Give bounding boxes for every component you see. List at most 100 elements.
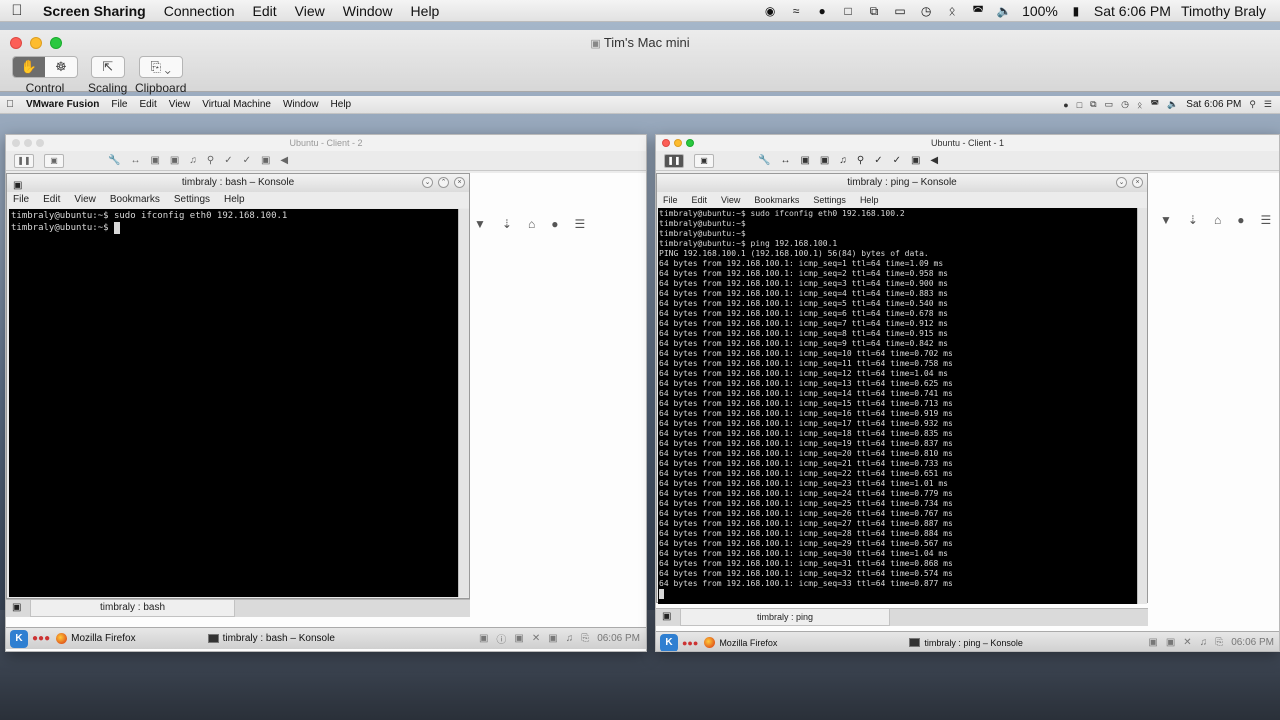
tray-right-tools-icon[interactable]: ✕ (1183, 637, 1191, 648)
konsole-left-newtab-icon[interactable]: ▣ (12, 602, 21, 613)
menubar-clock[interactable]: Sat 6:06 PM (1094, 3, 1171, 19)
vm-left-back-icon[interactable]: ◀ (280, 155, 288, 166)
remote-volume-icon[interactable]: 🔈 (1167, 99, 1178, 110)
menu-edit[interactable]: Edit (244, 3, 286, 19)
vm-left-lock-icon[interactable]: ▣ (170, 155, 179, 166)
clipboard-icon[interactable]: ⎘ ⌄ (140, 57, 182, 77)
konsole-right-scrollbar[interactable] (1137, 208, 1147, 604)
konsole-left-menu-help[interactable]: Help (224, 192, 245, 208)
vm-right-fullscreen-icon[interactable]: ▣ (911, 155, 920, 166)
firefox-right-download-icon[interactable]: ⇣ (1188, 213, 1198, 227)
vm-right-snapshot-icon[interactable]: ▣ (694, 153, 714, 168)
konsole-left-maximize-button[interactable]: ⌃ (438, 177, 449, 188)
remote-menu-edit[interactable]: Edit (133, 99, 162, 110)
vm-left-network-icon[interactable]: ↔ (130, 155, 140, 166)
tray-right-clipboard-icon[interactable]: ⎘ (1215, 637, 1223, 648)
vm-left-snapshot-icon[interactable]: ▣ (44, 153, 64, 168)
bracket-app-icon[interactable]: □ (840, 4, 856, 18)
volume-icon[interactable]: 🔈 (996, 4, 1012, 18)
taskbar-firefox-right[interactable]: Mozilla Firefox (698, 637, 783, 648)
menu-connection[interactable]: Connection (155, 3, 244, 19)
wifi-icon[interactable]: ◚ (970, 4, 986, 18)
vm-left-zoom-button[interactable] (36, 139, 44, 147)
firefox-left-home-icon[interactable]: ⌂ (528, 217, 535, 231)
konsole-right-menu-view[interactable]: View (721, 192, 740, 208)
vm-left-close-button[interactable] (12, 139, 20, 147)
apple-menu-icon[interactable]:  (0, 2, 34, 19)
vm-left-disk-icon[interactable]: ▣ (150, 155, 159, 166)
tray-left-clipboard-icon[interactable]: ⎘ (581, 633, 589, 644)
record-icon[interactable]: ◉ (762, 4, 778, 18)
vm-right-close-button[interactable] (662, 139, 670, 147)
firefox-right-pocket-icon[interactable]: ▼ (1160, 213, 1172, 227)
bluetooth-icon[interactable]: ᛟ (944, 4, 960, 18)
konsole-left-scrollbar[interactable] (458, 209, 469, 597)
vm-right-back-icon[interactable]: ◀ (930, 155, 938, 166)
tray-left-info-icon[interactable]: ⓘ (496, 631, 506, 646)
tray-right-network-icon[interactable]: ▣ (1166, 637, 1175, 648)
konsole-left-terminal[interactable]: timbraly@ubuntu:~$ sudo ifconfig eth0 19… (9, 209, 458, 597)
konsole-left-tab[interactable]: timbraly : bash (30, 600, 235, 617)
konsole-right-menu-bookmarks[interactable]: Bookmarks (754, 192, 799, 208)
konsole-right-menu-file[interactable]: File (663, 192, 678, 208)
konsole-left-menu-view[interactable]: View (74, 192, 96, 208)
vm-right-zoom-button[interactable] (686, 139, 694, 147)
remote-menu-help[interactable]: Help (325, 99, 358, 110)
remote-menu-virtual-machine[interactable]: Virtual Machine (196, 99, 277, 110)
remote-timemachine-icon[interactable]: ◷ (1121, 99, 1129, 110)
vm-left-minimize-button[interactable] (24, 139, 32, 147)
vm-right-sound-icon[interactable]: ♫ (839, 155, 847, 166)
firefox-left-pocket-icon[interactable]: ▼ (474, 217, 486, 231)
konsole-right-minimize-button[interactable]: ⌄ (1116, 177, 1127, 188)
konsole-left-close-button[interactable]: × (454, 177, 465, 188)
menu-window[interactable]: Window (334, 3, 402, 19)
battery-icon[interactable]: ▮ (1068, 4, 1084, 18)
remote-bluetooth-icon[interactable]: ᛟ (1137, 100, 1142, 110)
konsole-right-newtab-icon[interactable]: ▣ (662, 611, 671, 622)
tray-left-desktop-icon[interactable]: ▣ (479, 633, 488, 644)
firefox-right-chat-icon[interactable]: ● (1237, 213, 1244, 227)
screen-share-status-icon[interactable]: ≈ (788, 4, 804, 18)
remote-airplay-icon[interactable]: ▭ (1105, 99, 1114, 110)
tray-right-desktop-icon[interactable]: ▣ (1148, 637, 1157, 648)
kde-activities-left-icon[interactable]: ●●● (32, 633, 50, 644)
remote-menu-window[interactable]: Window (277, 99, 325, 110)
firefox-right-menu-icon[interactable]: ☰ (1260, 213, 1271, 227)
observe-mode-icon[interactable]: ☸ (45, 57, 77, 77)
vm-right-lock-icon[interactable]: ▣ (820, 155, 829, 166)
vm-left-camera-icon[interactable]: ✓ (224, 155, 232, 166)
vm-left-settings-icon[interactable]: 🔧 (108, 155, 120, 166)
kde-kickoff-right-icon[interactable]: K (660, 633, 678, 651)
vm-right-disk-icon[interactable]: ▣ (800, 155, 809, 166)
taskbar-firefox-left[interactable]: Mozilla Firefox (50, 633, 141, 644)
konsole-left-menu-bookmarks[interactable]: Bookmarks (110, 192, 160, 208)
konsole-right-menu-help[interactable]: Help (860, 192, 879, 208)
remote-menu-file[interactable]: File (105, 99, 133, 110)
konsole-left-minimize-button[interactable]: ⌄ (422, 177, 433, 188)
vm-left-pause-icon[interactable]: ❚❚ (14, 153, 34, 168)
tray-left-clock[interactable]: 06:06 PM (597, 633, 640, 644)
tray-left-volume-icon[interactable]: ♫ (566, 633, 574, 644)
remote-clock[interactable]: Sat 6:06 PM (1186, 99, 1241, 110)
vm-right-share-icon[interactable]: ✓ (893, 155, 901, 166)
window-arrange-icon[interactable]: ⧉ (866, 4, 882, 18)
remote-list-icon[interactable]: ☰ (1264, 99, 1272, 110)
menu-view[interactable]: View (286, 3, 334, 19)
vm-right-pause-icon[interactable]: ❚❚ (664, 153, 684, 168)
remote-arrange-icon[interactable]: ⧉ (1090, 99, 1096, 110)
vm-right-camera-icon[interactable]: ✓ (874, 155, 882, 166)
vm-left-fullscreen-icon[interactable]: ▣ (261, 155, 270, 166)
konsole-left-menu-settings[interactable]: Settings (174, 192, 210, 208)
vm-left-usb-icon[interactable]: ⚲ (207, 155, 214, 166)
remote-wifi-icon[interactable]: ◚ (1150, 99, 1159, 110)
remote-menu-app[interactable]: VMware Fusion (20, 99, 105, 110)
vm-left-share-icon[interactable]: ✓ (243, 155, 251, 166)
tray-right-clock[interactable]: 06:06 PM (1231, 637, 1274, 648)
scaling-icon[interactable]: ⇱ (92, 57, 124, 77)
firefox-right-home-icon[interactable]: ⌂ (1214, 213, 1221, 227)
taskbar-konsole-right[interactable]: timbraly : ping – Konsole (903, 638, 1029, 648)
menu-app-name[interactable]: Screen Sharing (34, 3, 155, 19)
konsole-left-menu-edit[interactable]: Edit (43, 192, 60, 208)
firefox-left-chat-icon[interactable]: ● (551, 217, 558, 231)
taskbar-konsole-left[interactable]: timbraly : bash – Konsole (202, 633, 341, 644)
